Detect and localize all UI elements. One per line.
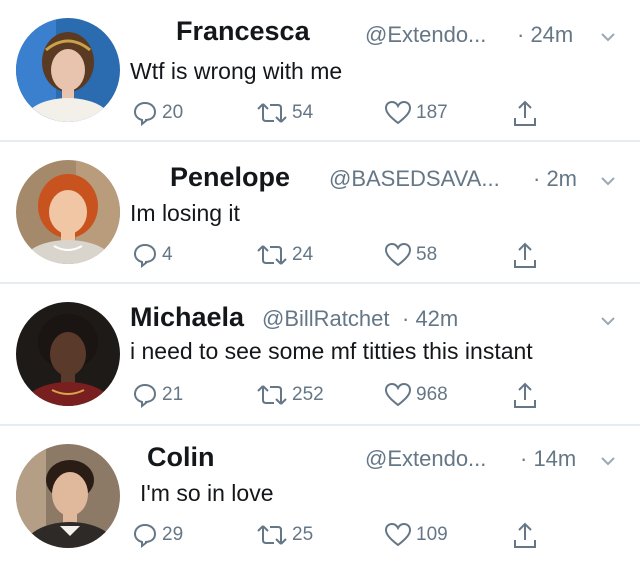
avatar-image <box>16 444 120 548</box>
timestamp[interactable]: · 42m <box>402 306 458 332</box>
like-count: 109 <box>416 524 448 545</box>
display-name[interactable]: Colin <box>147 442 215 473</box>
avatar-image <box>16 160 120 264</box>
share-icon <box>514 522 536 548</box>
reply-icon <box>133 243 157 268</box>
retweet-count: 252 <box>292 384 324 405</box>
retweet-button[interactable]: 252 <box>256 382 324 408</box>
reply-button[interactable]: 29 <box>132 522 183 548</box>
display-name[interactable]: Michaela <box>130 302 244 333</box>
reply-icon <box>133 101 157 126</box>
retweet-icon <box>257 103 287 123</box>
tweet-card[interactable]: Francesca @Extendo... · 24m Wtf is wrong… <box>0 0 640 140</box>
display-name[interactable]: Francesca <box>176 16 310 47</box>
share-icon <box>514 100 536 126</box>
like-button[interactable]: 187 <box>384 100 448 126</box>
timestamp[interactable]: · 2m <box>533 166 577 192</box>
username-handle[interactable]: @BASEDSAVA... <box>329 166 500 192</box>
share-icon <box>514 382 536 408</box>
reply-count: 29 <box>162 524 184 545</box>
tweet-text: Im losing it <box>130 200 240 226</box>
like-count: 187 <box>416 102 448 123</box>
chevron-down-icon[interactable] <box>600 316 616 326</box>
reply-button[interactable]: 4 <box>132 242 173 268</box>
retweet-icon <box>257 385 287 405</box>
reply-icon <box>133 383 157 408</box>
reply-button[interactable]: 21 <box>132 382 183 408</box>
like-icon <box>384 242 412 267</box>
like-count: 968 <box>416 384 448 405</box>
tweet-text: i need to see some mf titties this insta… <box>130 338 533 364</box>
timestamp[interactable]: · 14m <box>520 446 576 472</box>
retweet-icon <box>257 245 287 265</box>
username-handle[interactable]: @Extendo... <box>365 22 486 48</box>
share-button[interactable] <box>512 382 538 410</box>
avatar[interactable] <box>16 160 120 264</box>
reply-count: 21 <box>162 384 184 405</box>
share-button[interactable] <box>512 242 538 270</box>
display-name[interactable]: Penelope <box>170 162 290 193</box>
like-icon <box>384 382 412 407</box>
retweet-count: 24 <box>292 244 314 265</box>
chevron-down-icon[interactable] <box>600 456 616 466</box>
share-button[interactable] <box>512 100 538 128</box>
chevron-down-icon[interactable] <box>600 176 616 186</box>
username-handle[interactable]: @Extendo... <box>365 446 486 472</box>
reply-icon <box>133 523 157 548</box>
avatar[interactable] <box>16 444 120 548</box>
tweet-text: I'm so in love <box>140 480 274 506</box>
retweet-icon <box>257 525 287 545</box>
chevron-down-icon[interactable] <box>600 32 616 42</box>
retweet-button[interactable]: 54 <box>256 100 313 126</box>
like-button[interactable]: 109 <box>384 522 448 548</box>
avatar-image <box>16 18 120 122</box>
retweet-count: 54 <box>292 102 314 123</box>
like-button[interactable]: 968 <box>384 382 448 408</box>
like-count: 58 <box>416 244 438 265</box>
reply-count: 20 <box>162 102 184 123</box>
avatar[interactable] <box>16 302 120 406</box>
avatar-image <box>16 302 120 406</box>
reply-count: 4 <box>162 244 173 265</box>
like-icon <box>384 522 412 547</box>
share-icon <box>514 242 536 268</box>
retweet-button[interactable]: 25 <box>256 522 313 548</box>
avatar[interactable] <box>16 18 120 122</box>
tweet-text: Wtf is wrong with me <box>130 58 343 84</box>
retweet-count: 25 <box>292 524 314 545</box>
retweet-button[interactable]: 24 <box>256 242 313 268</box>
tweet-card[interactable]: Michaela @BillRatchet · 42m i need to se… <box>0 284 640 424</box>
reply-button[interactable]: 20 <box>132 100 183 126</box>
like-button[interactable]: 58 <box>384 242 437 268</box>
tweet-card[interactable]: Penelope @BASEDSAVA... · 2m Im losing it… <box>0 142 640 282</box>
username-handle[interactable]: @BillRatchet <box>262 306 390 332</box>
tweet-card[interactable]: Colin @Extendo... · 14m I'm so in love 2… <box>0 426 640 566</box>
share-button[interactable] <box>512 522 538 550</box>
like-icon <box>384 100 412 125</box>
timestamp[interactable]: · 24m <box>517 22 573 48</box>
